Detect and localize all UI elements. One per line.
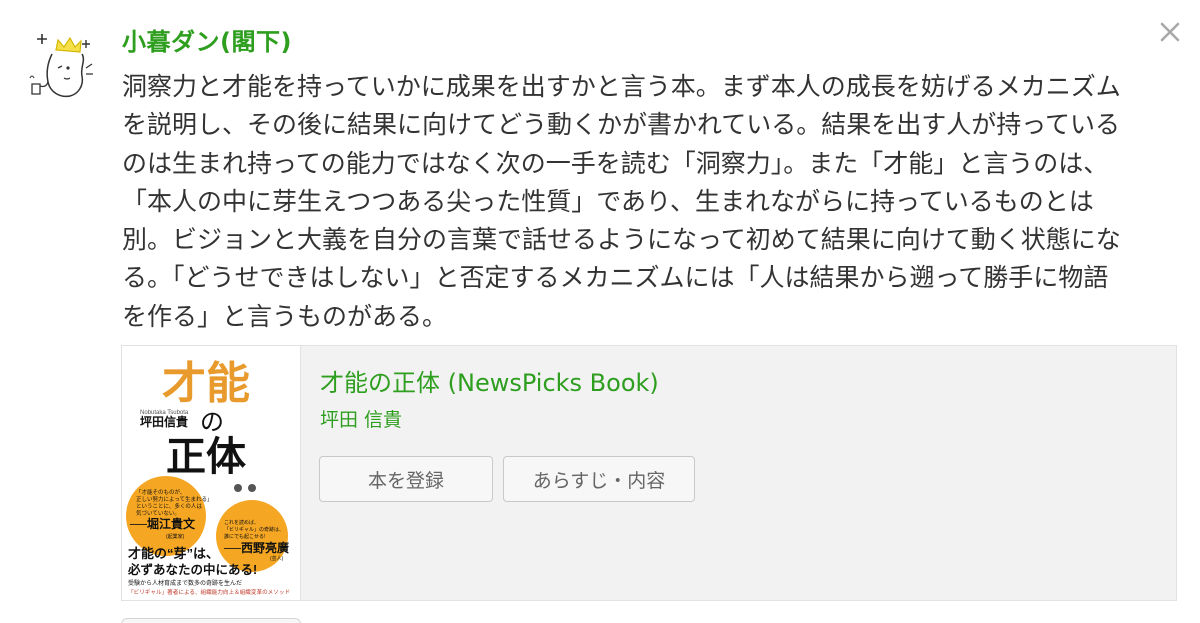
user-name[interactable]: 小暮ダン(閣下) — [122, 26, 292, 58]
cover-blurb2-line: 誰にでも起こせる! — [224, 533, 265, 540]
cover-title-part1: 才能 — [162, 359, 250, 408]
cover-endorser2-role: (芸人) — [270, 555, 284, 562]
user-avatar[interactable] — [20, 28, 100, 108]
cover-endorser1: ──堀江貴文 — [129, 516, 196, 531]
publisher-logo-icon — [248, 484, 256, 492]
cover-endorser2: ──西野亮廣 — [223, 540, 289, 555]
cover-author: 坪田信貴 — [140, 414, 188, 429]
cover-sub2: 「ビリギャル」著者による、組織能力向上＆組織変革のメソッド — [128, 588, 290, 596]
cover-blurb1-line: 正しい努力によって生まれる」 — [136, 495, 213, 503]
next-item-edge — [121, 618, 301, 623]
cover-title-part2: 正体 — [166, 435, 246, 479]
cover-blurb1-line: 「才能そのものが、 — [136, 488, 185, 496]
book-cover-art: 才能 Nobutaka Tsubota 坪田信貴 の 正体 「才能そのものが、 … — [126, 359, 290, 596]
cover-tagline2: 必ずあなたの中にある! — [127, 562, 257, 577]
synopsis-button[interactable]: あらすじ・内容 — [503, 456, 695, 502]
cover-blurb1-line: 気づいていない。 — [136, 509, 180, 517]
review-line: を説明し、その後に結果に向けてどう動くかが書かれている。結果を出す人が持っている — [122, 110, 1121, 140]
register-book-button[interactable]: 本を登録 — [319, 456, 493, 502]
review-line: 別。ビジョンと大義を自分の言葉で話せるようになって初めて結果に向けて動く状態にな — [122, 225, 1121, 255]
close-icon — [1160, 22, 1180, 42]
cover-sub1: 受験から人材育成まで数多の奇跡を生んだ — [128, 579, 242, 587]
book-info-box: 才能 Nobutaka Tsubota 坪田信貴 の 正体 「才能そのものが、 … — [121, 345, 1177, 601]
publisher-logo-icon — [234, 484, 242, 492]
close-button[interactable] — [1156, 18, 1184, 46]
book-author-link[interactable]: 坪田 信貴 — [320, 406, 402, 434]
crowned-face-doodle-icon — [29, 34, 93, 98]
review-line: 洞察力と才能を持っていかに成果を出すかと言う本。まず本人の成長を妨げるメカニズム — [122, 72, 1121, 101]
cover-tagline1: 才能の“芽”は、 — [128, 546, 219, 561]
review-text: 洞察力と才能を持っていかに成果を出すかと言う本。まず本人の成長を妨げるメカニズム… — [122, 68, 1162, 336]
cover-blurb2-line: これを読めば、 — [224, 519, 259, 526]
review-line: を作る」と言うものがある。 — [122, 301, 448, 331]
review-line: 「本人の中に芽生えつつある尖った性質」であり、生まれながらに持っているものとは — [122, 186, 1094, 216]
review-line: る。「どうせできはしない」と否定するメカニズムには「人は結果から遡って勝手に物語 — [122, 263, 1109, 293]
cover-blurb1-line: ということに、多くの人は — [136, 502, 202, 510]
cover-title-no: の — [200, 409, 224, 436]
book-title-link[interactable]: 才能の正体 (NewsPicks Book) — [320, 366, 659, 400]
review-line: のは生まれ持っての能力ではなく次の一手を読む「洞察力」。また「才能」と言うのは、 — [122, 148, 1109, 178]
book-cover[interactable]: 才能 Nobutaka Tsubota 坪田信貴 の 正体 「才能そのものが、 … — [122, 346, 301, 600]
cover-blurb2-line: 「ビリギャル」の奇跡は、 — [224, 526, 284, 533]
review-card: 小暮ダン(閣下) 洞察力と才能を持っていかに成果を出すかと言う本。まず本人の成長… — [0, 0, 1200, 623]
cover-endorser1-role: (起業家) — [166, 533, 185, 540]
